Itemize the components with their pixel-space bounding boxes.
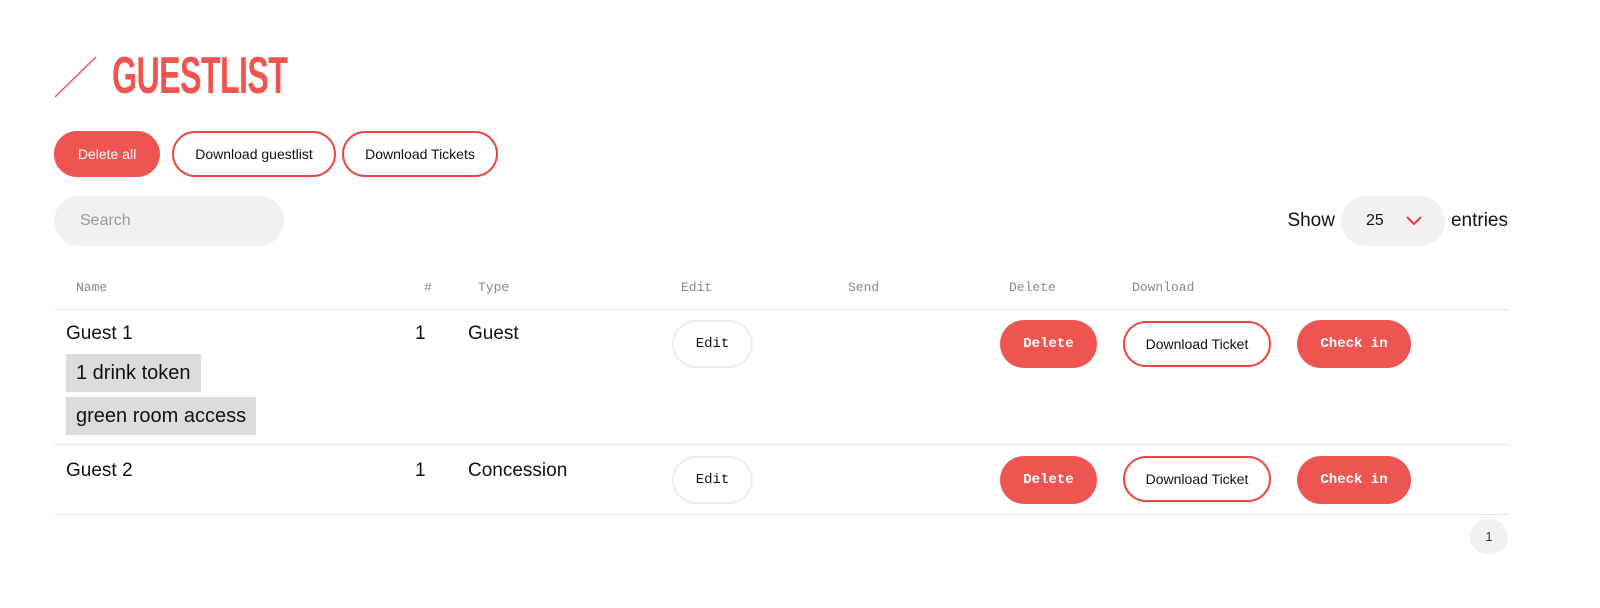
- extra-tag: 1 drink token: [66, 354, 201, 392]
- guest-type: Guest: [468, 323, 519, 344]
- download-ticket-button[interactable]: Download Ticket: [1123, 456, 1271, 502]
- column-header-download: Download: [1132, 280, 1195, 295]
- edit-button[interactable]: Edit: [672, 320, 753, 368]
- chevron-down-icon: [1405, 212, 1423, 236]
- edit-button[interactable]: Edit: [672, 456, 753, 504]
- guest-table: Name # Type Edit Send Delete Download Gu…: [54, 274, 1509, 515]
- column-header-send: Send: [848, 280, 880, 295]
- entries-select[interactable]: 25: [1340, 196, 1445, 246]
- page-header: GUESTLIST: [54, 50, 395, 102]
- search-input[interactable]: [54, 196, 284, 246]
- column-header-name[interactable]: Name: [76, 280, 107, 295]
- delete-button[interactable]: Delete: [1000, 456, 1097, 504]
- column-header-type[interactable]: Type: [478, 280, 509, 295]
- toolbar: Delete all Download guestlist Download T…: [54, 131, 498, 177]
- table-row: Guest 1 1 Guest 1 drink token green room…: [54, 310, 1509, 445]
- check-in-button[interactable]: Check in: [1297, 320, 1411, 368]
- download-ticket-button[interactable]: Download Ticket: [1123, 321, 1271, 367]
- guest-type: Concession: [468, 460, 568, 481]
- check-in-button[interactable]: Check in: [1297, 456, 1411, 504]
- guest-name: Guest 1: [66, 323, 133, 344]
- pagination-page-button[interactable]: 1: [1470, 519, 1508, 554]
- slash-icon: [54, 54, 98, 98]
- table-row: Guest 2 1 Concession Edit Delete Downloa…: [54, 445, 1509, 515]
- page-title: GUESTLIST: [112, 47, 288, 105]
- entries-selected-value: 25: [1365, 212, 1384, 229]
- guest-count: 1: [415, 460, 426, 481]
- extra-tag: green room access: [66, 397, 257, 435]
- guest-count: 1: [415, 323, 426, 344]
- guest-name: Guest 2: [66, 460, 133, 481]
- column-header-edit: Edit: [681, 280, 713, 295]
- delete-button[interactable]: Delete: [1000, 320, 1097, 368]
- entries-label: entries: [1450, 210, 1508, 231]
- entries-control: Show 25 entries: [1287, 196, 1508, 246]
- show-label: Show: [1287, 210, 1335, 231]
- download-guestlist-button[interactable]: Download guestlist: [172, 131, 336, 177]
- column-header-count[interactable]: #: [424, 280, 432, 295]
- table-header: Name # Type Edit Send Delete Download: [54, 274, 1509, 310]
- column-header-delete: Delete: [1009, 280, 1056, 295]
- download-tickets-button[interactable]: Download Tickets: [342, 131, 498, 177]
- delete-all-button[interactable]: Delete all: [54, 131, 160, 177]
